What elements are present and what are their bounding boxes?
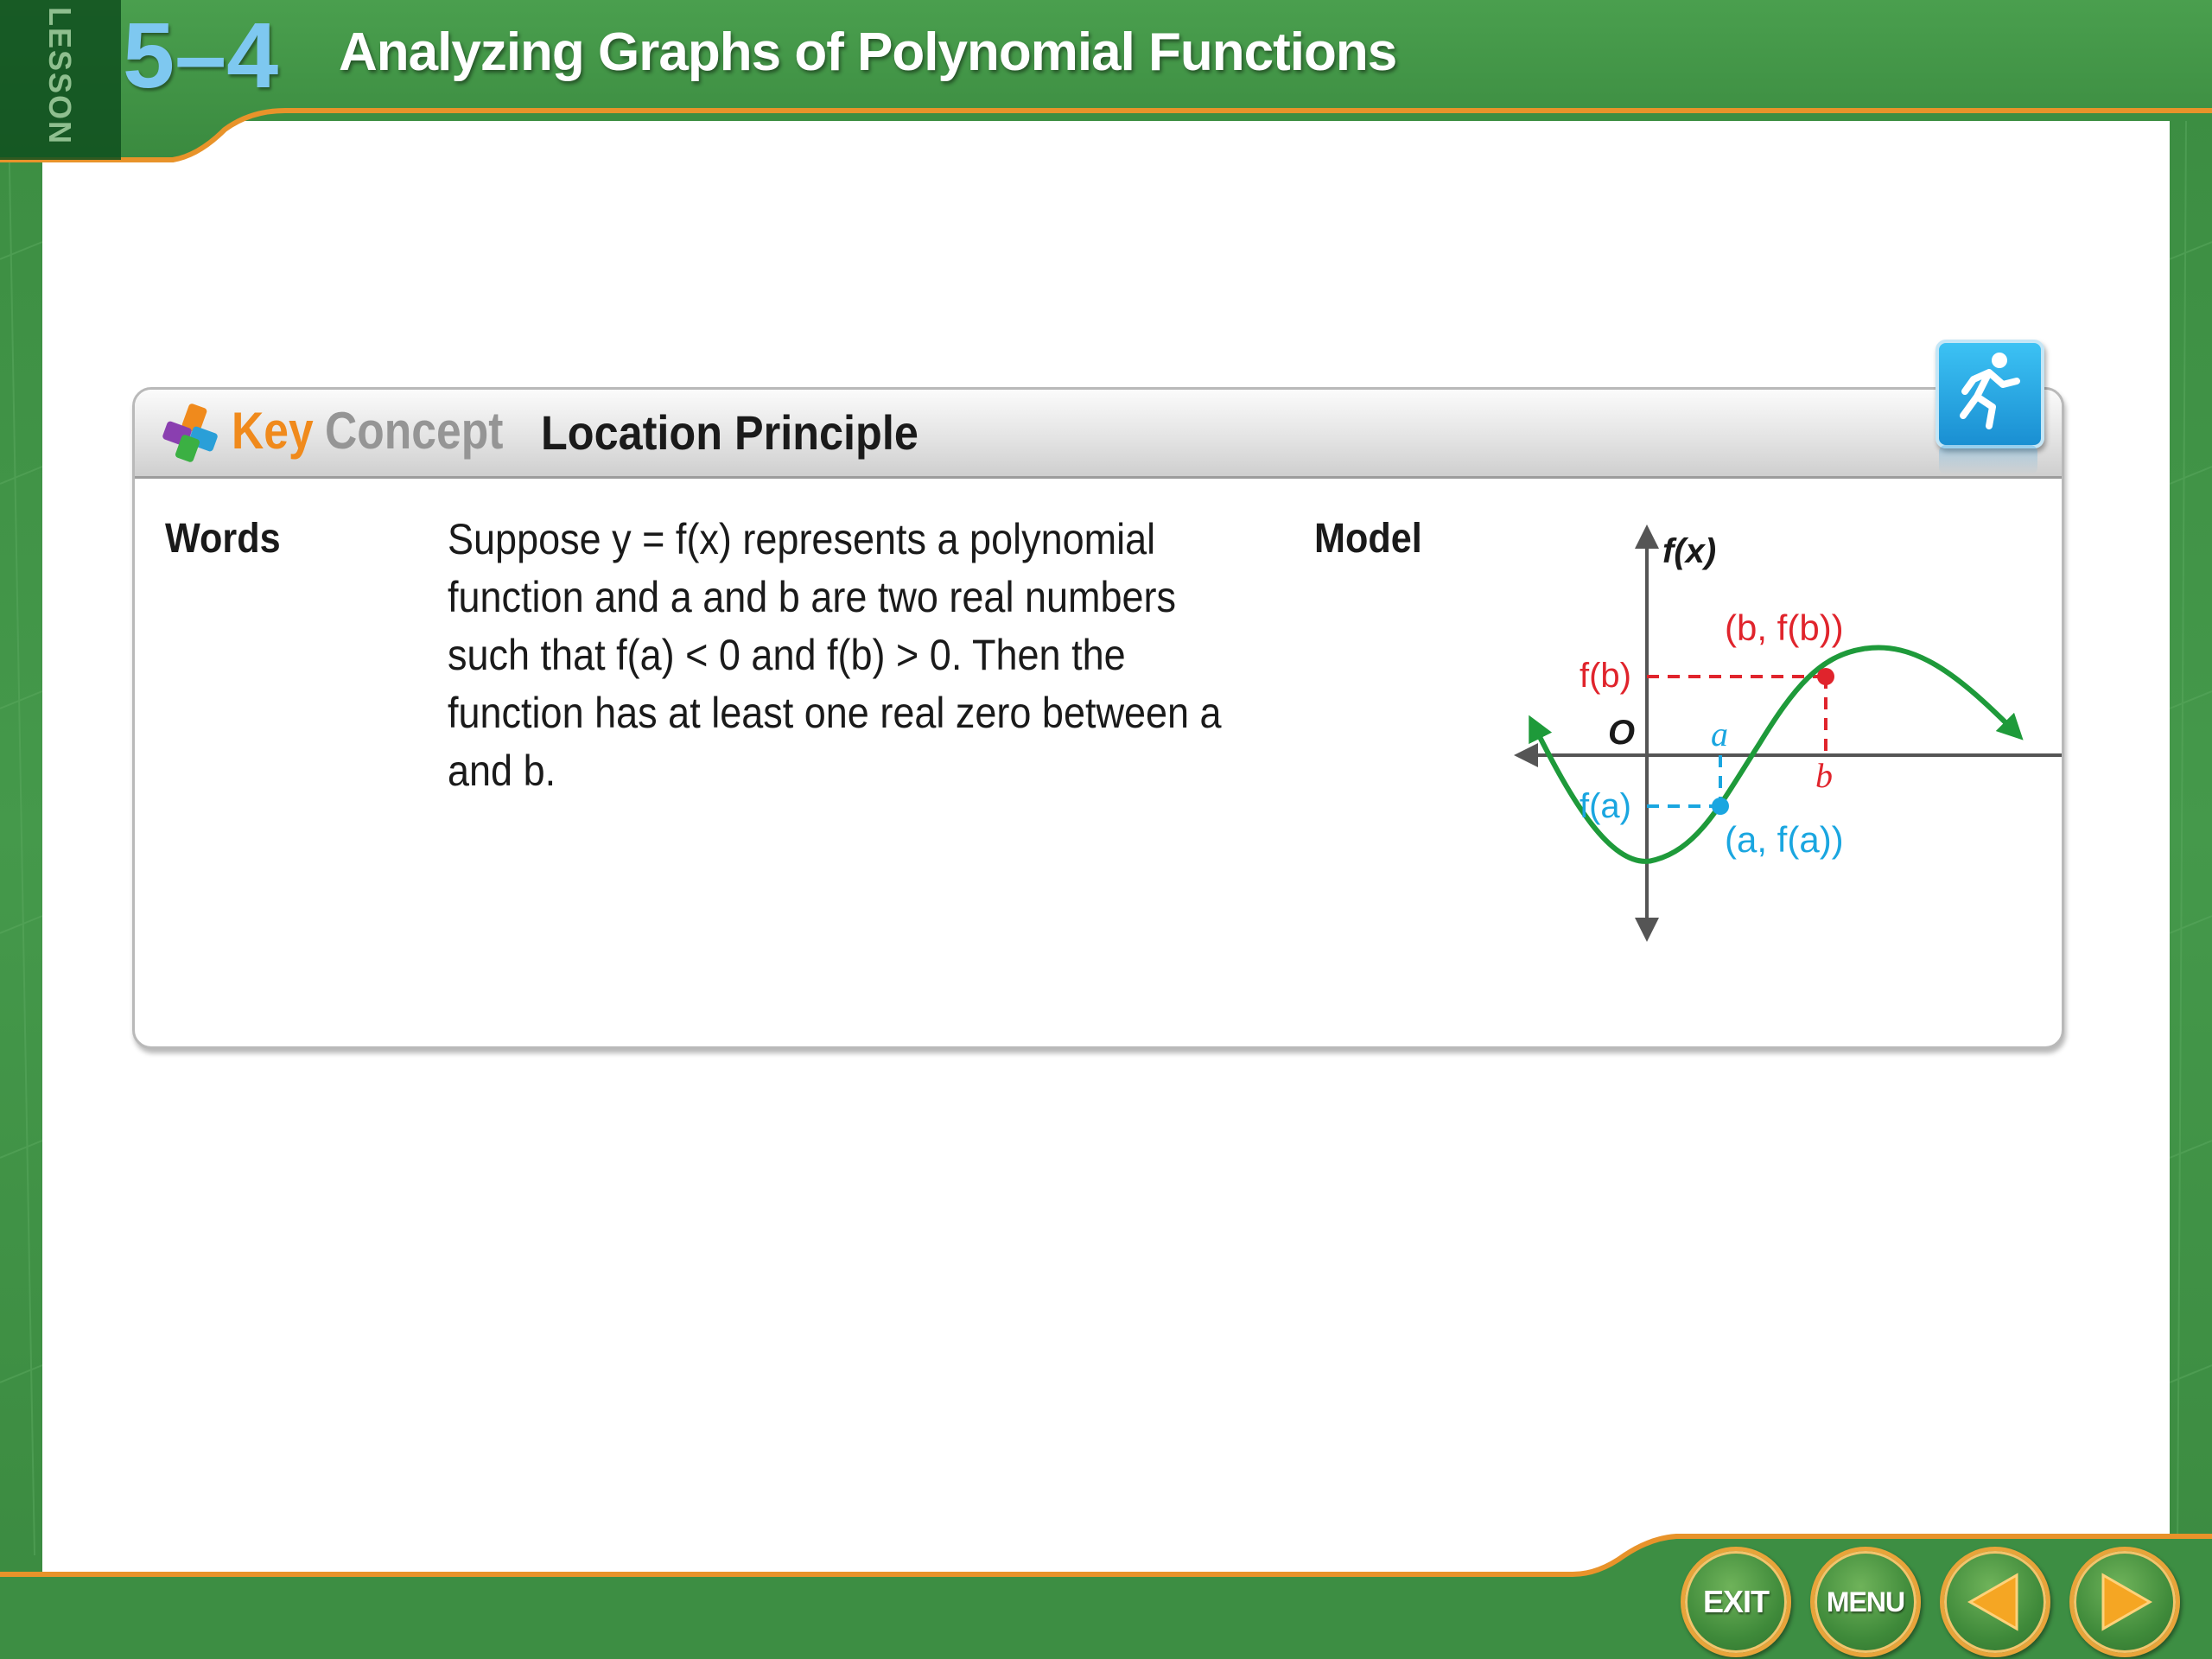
point-b-label: (b, f(b)) [1725,607,1844,648]
menu-button-label: MENU [1826,1586,1905,1618]
key-concept-logo-icon [162,404,218,462]
fa-label: f(a) [1580,787,1631,825]
words-label: Words [165,516,281,562]
key-concept-title: Location Principle [541,405,918,460]
next-button[interactable] [2069,1547,2180,1657]
triangle-left-icon [1967,1573,2018,1631]
menu-button[interactable]: MENU [1810,1547,1921,1657]
y-axis-label: f(x) [1662,532,1716,570]
model-label: Model [1314,516,1422,562]
point-a-dot [1712,798,1729,815]
point-b-dot [1817,668,1834,685]
words-text: Suppose y = f(x) represents a polynomial… [448,515,1222,795]
page-title: Analyzing Graphs of Polynomial Functions [339,22,1397,82]
runner-icon-reflection [1939,445,2037,474]
fb-label: f(b) [1580,657,1631,695]
key-concept-header: Key Concept Location Principle [135,390,2062,479]
origin-label: O [1608,714,1635,752]
b-label: b [1815,756,1833,795]
lesson-number: 5–4 [123,3,279,107]
key-concept-box: Key Concept Location Principle Words Sup… [132,387,2064,1049]
location-principle-graph: f(x) x O f(b) f(a) a b (b, f(b)) (a, f(a… [1514,524,2062,942]
running-person-icon [1960,353,2020,429]
key-concept-key-word: Key [232,402,314,460]
key-concept-concept-word: Concept [325,402,504,460]
previous-button[interactable] [1940,1547,2050,1657]
runner-icon[interactable] [1936,340,2044,448]
exit-button[interactable]: EXIT [1681,1547,1791,1657]
a-label: a [1711,715,1728,753]
triangle-right-icon [2101,1573,2153,1631]
lesson-label: LESSON [42,7,78,146]
exit-button-label: EXIT [1702,1584,1770,1619]
point-a-label: (a, f(a)) [1725,819,1844,860]
